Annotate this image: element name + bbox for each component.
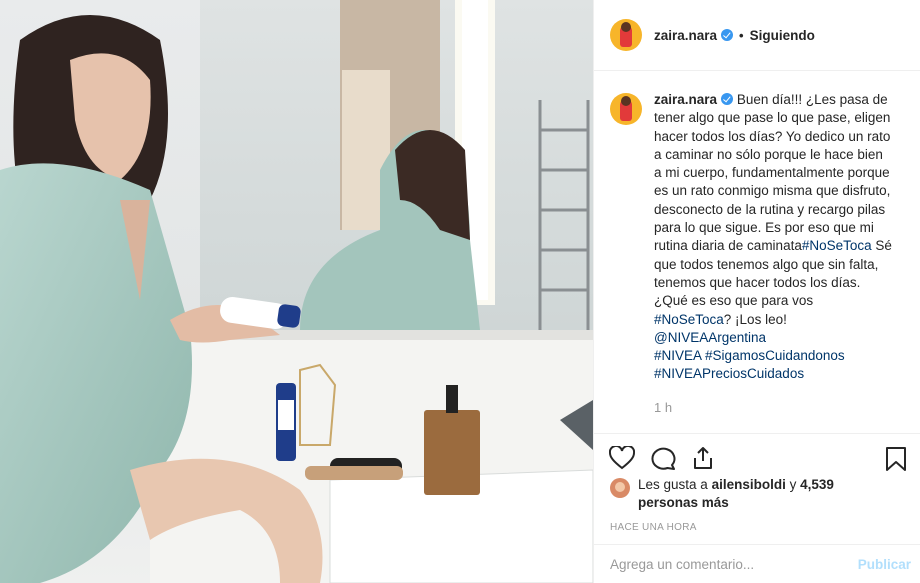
comment-input[interactable] [610,556,858,572]
separator-dot: • [739,27,744,43]
caption-block: zaira.nara Buen día!!! ¿Les pasa de tene… [594,71,920,415]
caption-text: zaira.nara Buen día!!! ¿Les pasa de tene… [654,91,894,384]
mention-link[interactable]: @NIVEAArgentina [654,329,894,347]
post-photo[interactable] [0,0,593,583]
bookmark-icon[interactable] [885,446,907,472]
likes-mid: y [785,477,801,492]
hashtag-link[interactable]: #NIVEAPreciosCuidados [654,365,894,383]
heart-icon[interactable] [609,446,635,470]
post-side-panel: zaira.nara • Siguiendo zaira.nara Buen d… [593,0,920,583]
caption-username[interactable]: zaira.nara [654,92,717,107]
liker-avatar[interactable] [610,478,630,498]
action-bar [594,433,920,481]
verified-badge-icon [721,29,734,41]
likes-text: Les gusta a ailensiboldi y 4,539 persona… [638,476,838,512]
post-header: zaira.nara • Siguiendo [594,0,920,71]
post-timestamp[interactable]: Hace una hora [610,522,697,533]
header-username[interactable]: zaira.nara [654,28,717,43]
instagram-post: zaira.nara • Siguiendo zaira.nara Buen d… [0,0,920,583]
caption-body: zaira.nara Buen día!!! ¿Les pasa de tene… [654,91,894,415]
verified-badge-icon [721,93,734,105]
following-button[interactable]: Siguiendo [750,28,815,43]
caption-body-text-3: ? ¡Los leo! [723,311,787,327]
publish-button[interactable]: Publicar [858,557,911,572]
profile-avatar[interactable] [610,19,642,51]
hashtag-link[interactable]: #NoSeToca [654,312,724,327]
share-icon[interactable] [691,446,715,470]
caption-avatar[interactable] [610,93,642,125]
comment-box: Publicar [594,544,920,583]
likes-prefix: Les gusta a [638,477,712,492]
likes-summary: Les gusta a ailensiboldi y 4,539 persona… [610,476,838,512]
hashtag-link[interactable]: #SigamosCuidandonos [705,348,845,363]
caption-time[interactable]: 1 h [654,400,894,415]
comment-icon[interactable] [650,446,676,470]
post-image [0,0,593,583]
hashtag-link[interactable]: #NIVEA [654,348,701,363]
liker-username[interactable]: ailensiboldi [712,477,786,492]
hashtag-link[interactable]: #NoSeToca [802,238,872,253]
caption-body-text: Buen día!!! ¿Les pasa de tener algo que … [654,92,891,254]
